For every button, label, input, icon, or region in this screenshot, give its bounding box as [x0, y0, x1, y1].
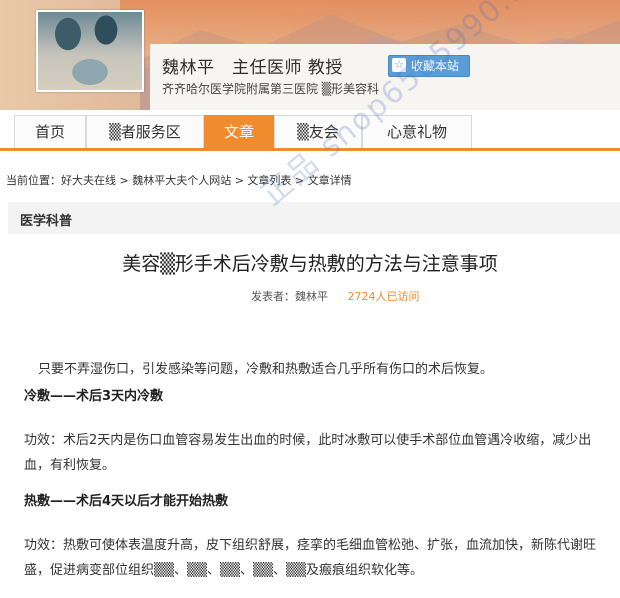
tab-gifts[interactable]: 心意礼物: [362, 115, 472, 148]
star-icon: ☆: [392, 58, 406, 72]
article-intro: 只要不弄湿伤口，引发感染等问题，冷敷和热敷适合几乎所有伤口的术后恢复。: [38, 362, 494, 377]
favorite-button-label: 收藏本站: [411, 59, 460, 73]
tab-articles[interactable]: 文章: [204, 115, 274, 148]
article-meta: 发表者：魏林平 2724人已访问: [251, 288, 420, 304]
doctor-avatar: [36, 10, 144, 92]
nav-underline: [0, 148, 620, 151]
doctor-name: 魏林平 主任医师 教授: [162, 58, 343, 78]
section-header: 医学科普: [8, 202, 620, 234]
visit-count: 2724人已访问: [347, 290, 420, 303]
tab-patient-club[interactable]: ▒友会: [274, 115, 362, 148]
main-nav: 首页 ▒者服务区 文章 ▒友会 心意礼物: [0, 115, 620, 151]
hot-text: 功效：热敷可使体表温度升高，皮下组织舒展，痉挛的毛细血管松弛、扩张，血流加快，新…: [24, 538, 597, 578]
hospital-name: 齐齐哈尔医学院附属第三医院 ▒形美容科: [162, 82, 380, 96]
breadcrumb: 当前位置：好大夫在线 > 魏林平大夫个人网站 > 文章列表 > 文章详情: [6, 174, 352, 187]
section-title: 医学科普: [20, 214, 73, 229]
hot-heading: 热敷——术后4天以后才能开始热敷: [24, 494, 229, 509]
article-author: 发表者：魏林平: [251, 290, 328, 303]
article-title: 美容▒形手术后冷敷与热敷的方法与注意事项: [122, 253, 498, 275]
tab-home[interactable]: 首页: [14, 115, 86, 148]
favorite-button[interactable]: ☆ 收藏本站: [388, 55, 470, 77]
cold-heading: 冷敷——术后3天内冷敷: [24, 389, 164, 404]
cold-text: 功效：术后2天内是伤口血管容易发生出血的时候，此时冰敷可以使手术部位血管遇冷收缩…: [24, 433, 592, 473]
tab-patient-service[interactable]: ▒者服务区: [86, 115, 204, 148]
